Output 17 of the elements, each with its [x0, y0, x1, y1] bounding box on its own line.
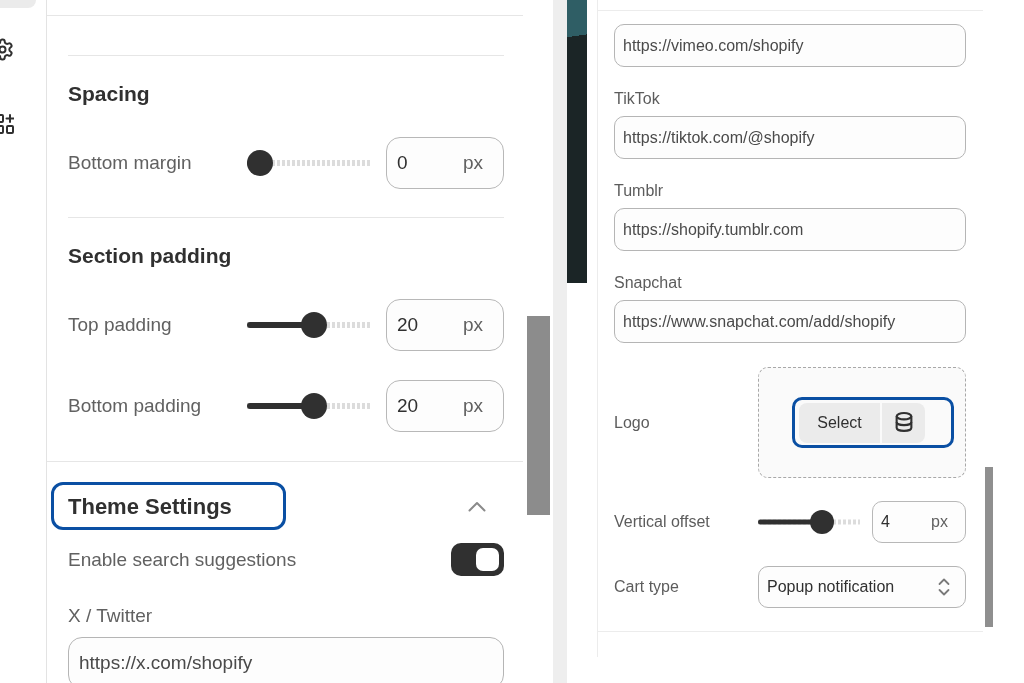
- field-label: Snapchat: [614, 273, 683, 293]
- unit-label: px: [931, 512, 948, 532]
- field-label: TikTok: [614, 89, 661, 109]
- unit-label: px: [462, 312, 483, 337]
- section-title: Spacing: [68, 81, 151, 107]
- field-label: Bottom margin: [68, 151, 193, 175]
- field-label: Tumblr: [614, 181, 665, 201]
- field-label: Vertical offset: [614, 512, 711, 532]
- unit-label: px: [462, 393, 483, 418]
- field-label: X / Twitter: [68, 604, 154, 628]
- field-label: Bottom padding: [68, 394, 203, 418]
- field-label: Top padding: [68, 313, 173, 337]
- field-label: Cart type: [614, 577, 680, 597]
- field-label: Logo: [614, 412, 651, 433]
- field-label: Enable search suggestions: [68, 547, 297, 572]
- section-title: Section padding: [68, 243, 233, 269]
- unit-label: px: [462, 150, 483, 175]
